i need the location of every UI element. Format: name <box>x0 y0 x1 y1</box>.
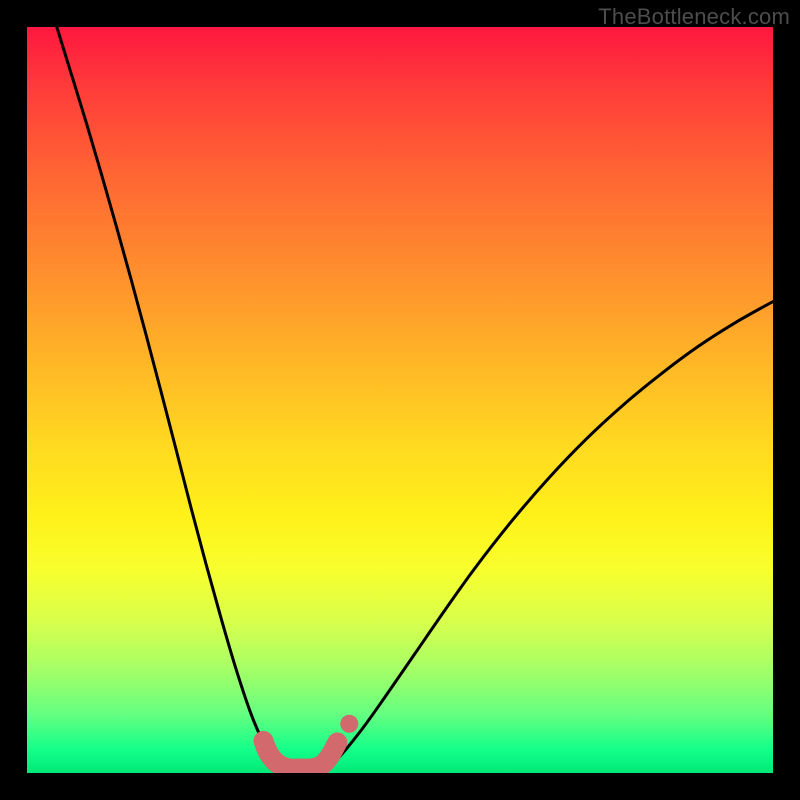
chart-plot-area <box>27 27 773 773</box>
trough-marker-dot <box>340 715 358 733</box>
chart-frame: TheBottleneck.com <box>0 0 800 800</box>
chart-svg <box>27 27 773 773</box>
trough-marker <box>263 741 337 769</box>
attribution-text: TheBottleneck.com <box>598 4 790 30</box>
right-branch-curve <box>325 302 773 770</box>
left-branch-curve <box>57 27 285 770</box>
